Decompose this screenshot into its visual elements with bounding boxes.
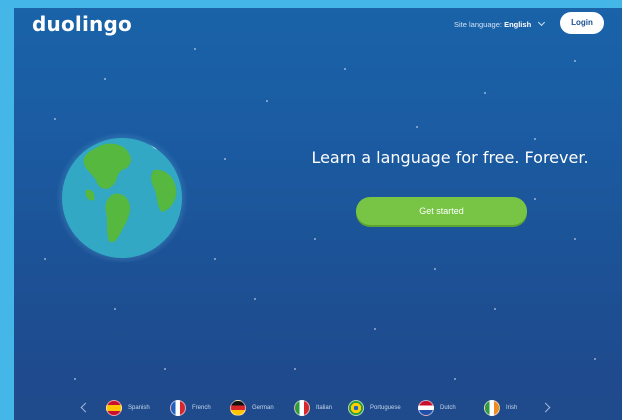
language-name: French bbox=[192, 405, 211, 411]
language-name: German bbox=[252, 405, 274, 411]
ireland-flag-icon bbox=[484, 400, 500, 416]
site-language-selector[interactable]: Site language: English bbox=[454, 18, 546, 29]
language-item-spanish[interactable]: Spanish bbox=[106, 400, 150, 416]
hero-headline: Learn a language for free. Forever. bbox=[311, 148, 589, 167]
language-carousel: Spanish French German Italian Portuguese… bbox=[14, 396, 622, 420]
language-item-dutch[interactable]: Dutch bbox=[418, 400, 456, 416]
brazil-flag-icon bbox=[348, 400, 364, 416]
italy-flag-icon bbox=[294, 400, 310, 416]
language-name: Spanish bbox=[128, 405, 150, 411]
france-flag-icon bbox=[170, 400, 186, 416]
language-item-portuguese[interactable]: Portuguese bbox=[348, 400, 401, 416]
language-item-german[interactable]: German bbox=[230, 400, 274, 416]
site-language-value: English bbox=[504, 20, 532, 29]
chevron-left-icon[interactable] bbox=[80, 402, 91, 413]
duolingo-homepage: duolingo Site language: English Login Le… bbox=[14, 8, 622, 420]
language-item-italian[interactable]: Italian bbox=[294, 400, 332, 416]
language-name: Portuguese bbox=[370, 405, 401, 411]
language-item-irish[interactable]: Irish bbox=[484, 400, 517, 416]
language-name: Dutch bbox=[440, 405, 456, 411]
chevron-down-icon bbox=[538, 18, 546, 27]
login-button[interactable]: Login bbox=[560, 12, 604, 34]
get-started-button[interactable]: Get started bbox=[356, 197, 527, 225]
language-name: Irish bbox=[506, 405, 518, 411]
globe-illustration bbox=[56, 132, 188, 262]
language-name: Italian bbox=[316, 405, 333, 411]
site-language-label: Site language: bbox=[454, 20, 502, 29]
netherlands-flag-icon bbox=[418, 400, 434, 416]
spain-flag-icon bbox=[106, 400, 122, 416]
duolingo-logo[interactable]: duolingo bbox=[32, 12, 132, 36]
germany-flag-icon bbox=[230, 400, 246, 416]
chevron-right-icon[interactable] bbox=[540, 402, 551, 413]
language-item-french[interactable]: French bbox=[170, 400, 211, 416]
